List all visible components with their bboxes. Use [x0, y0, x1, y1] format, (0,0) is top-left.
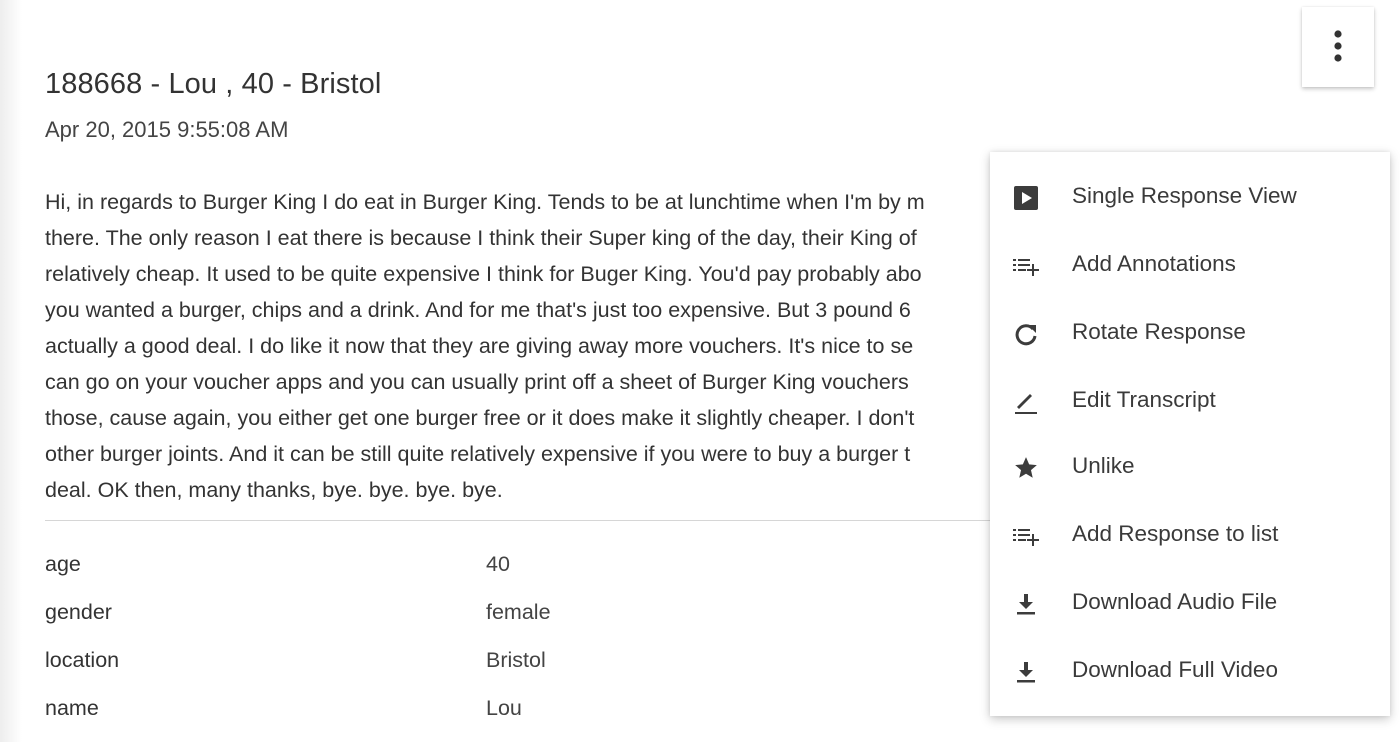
- menu-item-label: Single Response View: [1072, 183, 1297, 208]
- menu-item-label: Rotate Response: [1072, 319, 1246, 344]
- attribute-value: Bristol: [486, 648, 546, 672]
- attribute-value: 40: [486, 552, 510, 576]
- download-icon: [1012, 658, 1040, 686]
- download-icon: [1012, 590, 1040, 618]
- menu-item-download-full-video[interactable]: Download Full Video: [990, 636, 1390, 704]
- rotate-icon: [1012, 320, 1040, 348]
- response-actions-menu: Single Response View Add Annotations Rot…: [990, 152, 1390, 716]
- menu-item-download-audio-file[interactable]: Download Audio File: [990, 568, 1390, 636]
- more-options-button[interactable]: [1302, 7, 1374, 87]
- menu-item-single-response-view[interactable]: Single Response View: [990, 162, 1390, 230]
- attribute-value: Lou: [486, 696, 522, 720]
- more-vert-icon: [1334, 30, 1342, 62]
- attribute-key: name: [45, 696, 99, 720]
- menu-item-add-response-to-list[interactable]: Add Response to list: [990, 500, 1390, 568]
- star-icon: [1012, 454, 1040, 482]
- menu-item-label: Add Response to list: [1072, 521, 1279, 546]
- response-title: 188668 - Lou , 40 - Bristol: [45, 68, 382, 100]
- pencil-icon: [1012, 388, 1040, 416]
- playlist-add-icon: [1012, 252, 1040, 280]
- menu-item-label: Unlike: [1072, 453, 1135, 478]
- menu-item-rotate-response[interactable]: Rotate Response: [990, 298, 1390, 366]
- menu-item-add-annotations[interactable]: Add Annotations: [990, 230, 1390, 298]
- menu-item-label: Download Audio File: [1072, 589, 1278, 614]
- attribute-key: location: [45, 648, 120, 672]
- menu-item-label: Add Annotations: [1072, 251, 1236, 276]
- play-box-icon: [1012, 184, 1040, 212]
- response-timestamp: Apr 20, 2015 9:55:08 AM: [45, 117, 289, 142]
- menu-item-edit-transcript[interactable]: Edit Transcript: [990, 366, 1390, 434]
- response-detail-page: 188668 - Lou , 40 - Bristol Apr 20, 2015…: [0, 0, 1400, 742]
- attribute-value: female: [486, 600, 551, 624]
- attribute-key: gender: [45, 600, 112, 624]
- side-panel-shadow: [0, 0, 22, 742]
- menu-item-label: Edit Transcript: [1072, 387, 1216, 412]
- menu-item-unlike[interactable]: Unlike: [990, 432, 1390, 500]
- menu-item-label: Download Full Video: [1072, 657, 1278, 682]
- attribute-key: age: [45, 552, 81, 576]
- playlist-add-icon: [1012, 522, 1040, 550]
